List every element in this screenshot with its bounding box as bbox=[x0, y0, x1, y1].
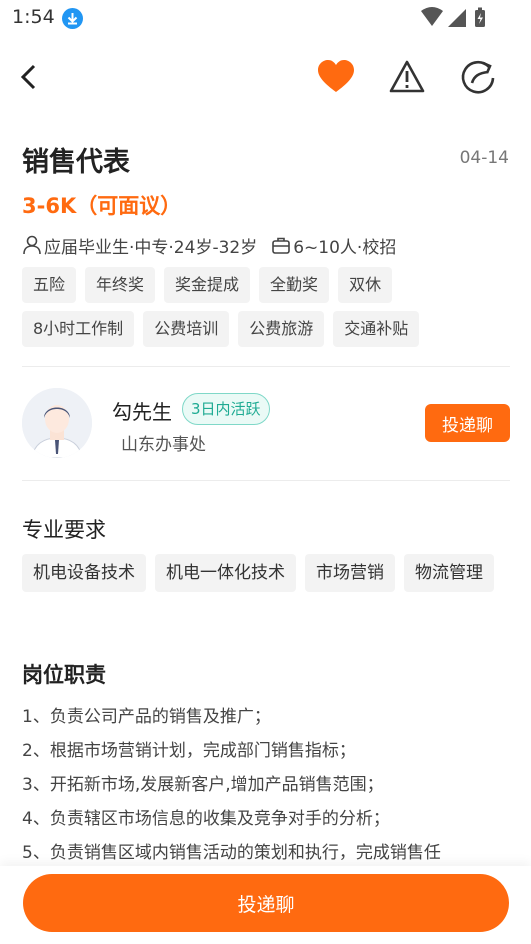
benefit-tag: 8小时工作制 bbox=[22, 311, 135, 347]
benefit-tag: 公费培训 bbox=[143, 311, 230, 347]
benefit-tag: 全勤奖 bbox=[259, 267, 330, 303]
duty-item: 2、根据市场营销计划，完成部门销售指标； bbox=[22, 741, 356, 761]
status-bar: 1:54 bbox=[0, 0, 531, 36]
benefit-tag: 双休 bbox=[338, 267, 393, 303]
download-icon bbox=[62, 8, 83, 29]
duty-item: 4、负责辖区市场信息的收集及竞争对手的分析； bbox=[22, 809, 390, 829]
system-status-icons bbox=[421, 7, 485, 27]
job-meta-row: 应届毕业生·中专·24岁-32岁 6~10人·校招 bbox=[22, 232, 396, 258]
active-status-badge: 3日内活跃 bbox=[182, 393, 270, 425]
heart-icon bbox=[318, 60, 354, 92]
post-date: 04-14 bbox=[459, 148, 509, 168]
recruiter-office: 山东办事处 bbox=[121, 435, 206, 455]
avatar[interactable] bbox=[22, 388, 92, 458]
duties-list: 1、负责公司产品的销售及推广； 2、根据市场营销计划，完成部门销售指标； 3、开… bbox=[22, 702, 517, 872]
duty-item: 3、开拓新市场,发展新客户,增加产品销售范围； bbox=[22, 775, 384, 795]
major-tag: 市场营销 bbox=[305, 554, 395, 592]
share-icon bbox=[461, 60, 495, 94]
major-tag: 机电一体化技术 bbox=[155, 554, 296, 592]
report-button[interactable] bbox=[384, 54, 430, 100]
duty-item: 1、负责公司产品的销售及推广； bbox=[22, 707, 271, 727]
deliver-chat-main-button[interactable]: 投递聊 bbox=[23, 874, 509, 932]
major-section-title: 专业要求 bbox=[22, 518, 106, 542]
job-requirements: 应届毕业生·中专·24岁-32岁 bbox=[44, 237, 258, 258]
duties-section-title: 岗位职责 bbox=[22, 663, 106, 687]
benefit-tag: 奖金提成 bbox=[164, 267, 251, 303]
salary: 3-6K（可面议） bbox=[22, 194, 182, 218]
deliver-chat-button[interactable]: 投递聊 bbox=[425, 404, 510, 442]
company-info: 6~10人·校招 bbox=[293, 237, 397, 258]
major-tags: 机电设备技术 机电一体化技术 市场营销 物流管理 bbox=[22, 554, 502, 592]
person-icon bbox=[23, 235, 41, 255]
recruiter-avatar-icon bbox=[22, 388, 92, 458]
divider bbox=[22, 366, 510, 367]
recruiter-name: 勾先生 bbox=[112, 400, 172, 424]
briefcase-icon bbox=[272, 237, 291, 254]
major-tag: 机电设备技术 bbox=[22, 554, 146, 592]
benefit-tag: 公费旅游 bbox=[238, 311, 325, 347]
favorite-button[interactable] bbox=[313, 54, 359, 100]
benefit-tags: 五险 年终奖 奖金提成 全勤奖 双休 8小时工作制 公费培训 公费旅游 交通补贴 bbox=[22, 267, 502, 347]
benefit-tag: 年终奖 bbox=[85, 267, 156, 303]
back-arrow-icon bbox=[20, 64, 36, 90]
benefit-tag: 五险 bbox=[22, 267, 77, 303]
share-button[interactable] bbox=[455, 54, 501, 100]
divider bbox=[22, 480, 510, 481]
warning-icon bbox=[389, 60, 425, 93]
job-title: 销售代表 bbox=[22, 147, 130, 178]
benefit-tag: 交通补贴 bbox=[333, 311, 420, 347]
status-time: 1:54 bbox=[12, 6, 55, 28]
major-tag: 物流管理 bbox=[404, 554, 494, 592]
back-button[interactable] bbox=[6, 54, 52, 100]
